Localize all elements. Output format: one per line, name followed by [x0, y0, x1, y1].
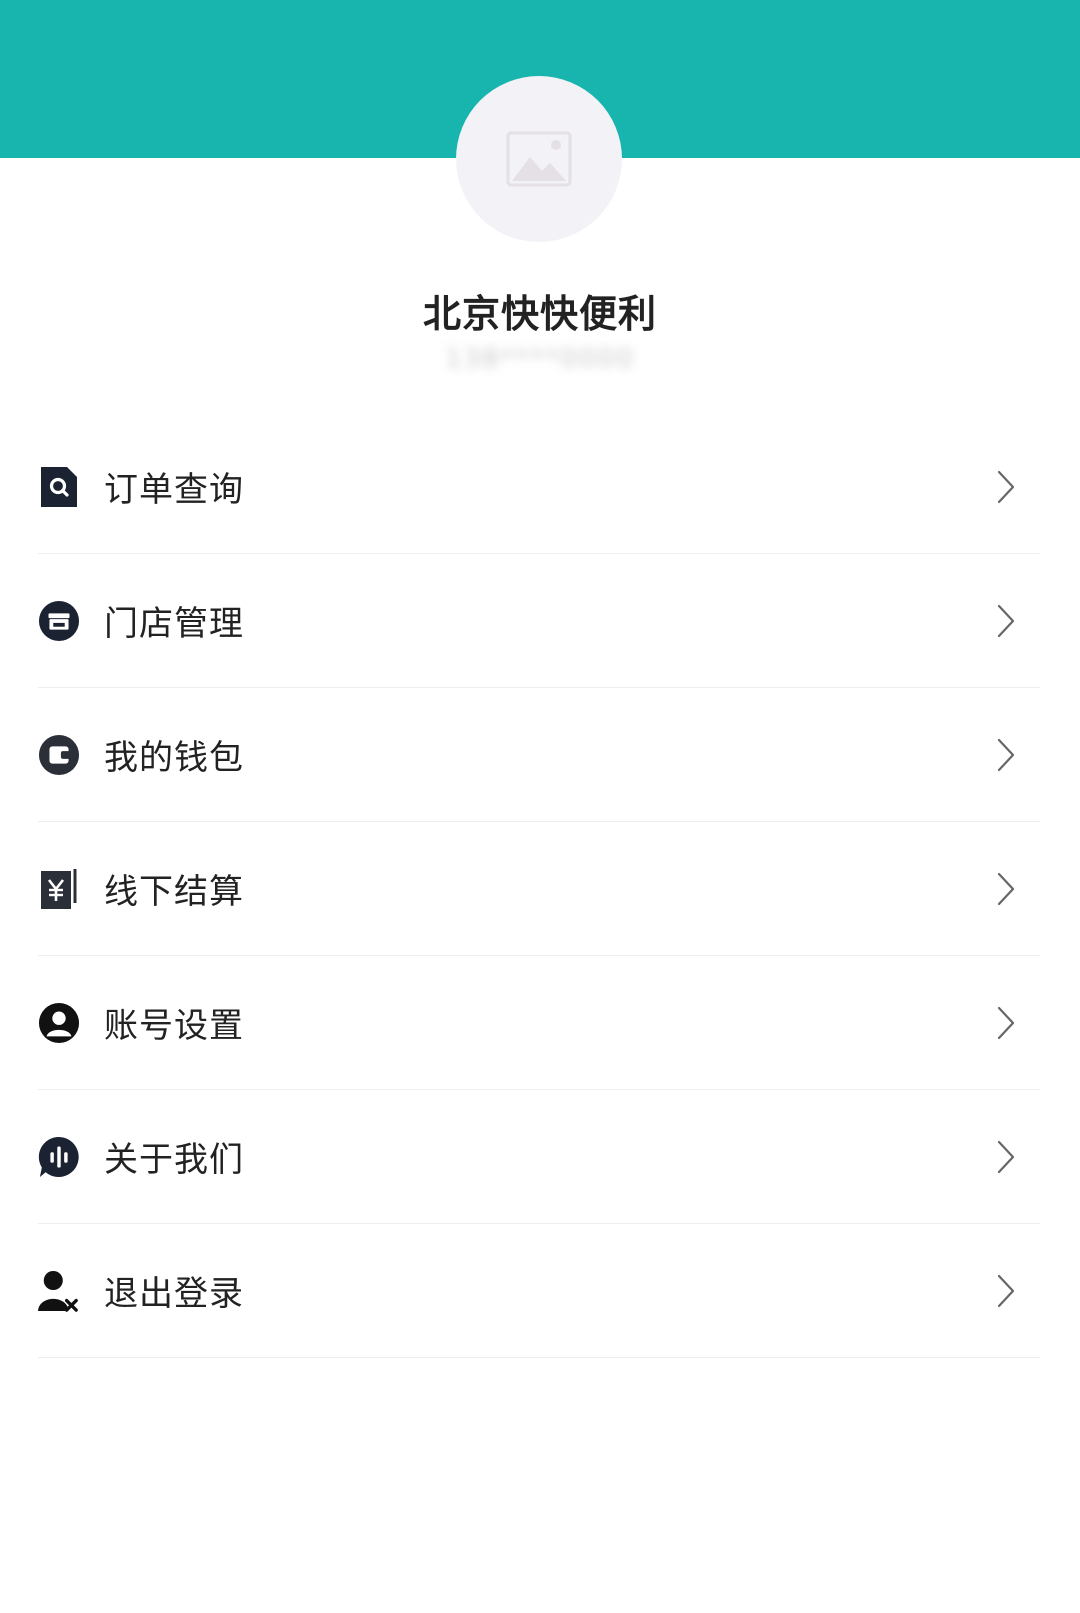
menu-item-offline-settlement[interactable]: 线下结算	[38, 822, 1040, 956]
menu-item-label: 门店管理	[104, 604, 244, 644]
order-search-icon	[38, 466, 80, 508]
menu-list: 订单查询 门店管理 我的钱包 线下结算 账号设置 关于我们 退出登录	[38, 420, 1040, 1358]
menu-item-label: 我的钱包	[104, 738, 244, 778]
menu-item-about-us[interactable]: 关于我们	[38, 1090, 1040, 1224]
image-placeholder-icon	[506, 131, 572, 187]
logout-user-icon	[38, 1270, 80, 1312]
menu-item-store-management[interactable]: 门店管理	[38, 554, 1040, 688]
menu-item-account-settings[interactable]: 账号设置	[38, 956, 1040, 1090]
menu-item-label: 退出登录	[104, 1274, 244, 1314]
menu-item-label: 订单查询	[104, 470, 244, 510]
store-phone-blurred: 138****0000	[0, 343, 1080, 375]
menu-item-my-wallet[interactable]: 我的钱包	[38, 688, 1040, 822]
store-icon	[38, 600, 80, 642]
menu-item-label: 线下结算	[104, 872, 244, 912]
chevron-right-icon	[997, 1006, 1015, 1039]
store-name: 北京快快便利	[422, 292, 657, 336]
menu-item-logout[interactable]: 退出登录	[38, 1224, 1040, 1358]
chevron-right-icon	[997, 1140, 1015, 1173]
chevron-right-icon	[997, 1274, 1015, 1307]
store-avatar[interactable]	[456, 76, 622, 242]
chevron-right-icon	[997, 872, 1015, 905]
chevron-right-icon	[997, 604, 1015, 637]
chevron-right-icon	[997, 738, 1015, 771]
menu-item-label: 关于我们	[104, 1140, 244, 1180]
menu-item-order-search[interactable]: 订单查询	[38, 420, 1040, 554]
wallet-icon	[38, 734, 80, 776]
user-account-icon	[38, 1002, 80, 1044]
about-chat-icon	[38, 1136, 80, 1178]
yuan-bill-icon	[38, 868, 80, 910]
menu-item-label: 账号设置	[104, 1006, 244, 1046]
blurred-text: 138****0000	[445, 344, 635, 374]
chevron-right-icon	[997, 470, 1015, 503]
